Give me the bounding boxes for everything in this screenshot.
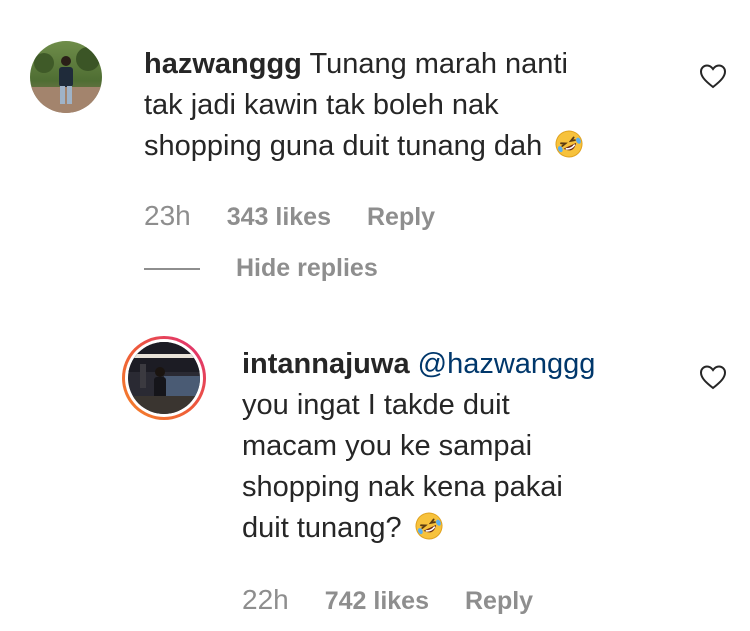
heart-outline-icon[interactable] bbox=[699, 63, 727, 94]
hide-replies-label: Hide replies bbox=[236, 254, 378, 282]
comment-meta: 23h 343 likes Reply bbox=[144, 200, 471, 232]
reply-meta: 22h 742 likes Reply bbox=[242, 584, 569, 616]
comment-timestamp[interactable]: 23h bbox=[144, 200, 191, 232]
comment-body: hazwanggg Tunang marah nanti tak jadi ka… bbox=[144, 44, 664, 171]
reply-text-line: duit tunang? bbox=[242, 512, 402, 544]
avatar[interactable] bbox=[30, 41, 102, 113]
like-count[interactable]: 343 likes bbox=[227, 203, 331, 232]
comment-username[interactable]: hazwanggg bbox=[144, 48, 302, 80]
reply-text-line: shopping nak kena pakai bbox=[242, 471, 563, 503]
avatar[interactable] bbox=[120, 334, 208, 422]
reply-body: intannajuwa @hazwanggg you ingat I takde… bbox=[242, 344, 662, 553]
heart-outline-icon[interactable] bbox=[699, 364, 727, 395]
reply-text-line: you ingat I takde duit bbox=[242, 389, 510, 421]
hide-replies-button[interactable]: Hide replies bbox=[144, 254, 378, 283]
comment-text-line: shopping guna duit tunang dah bbox=[144, 130, 543, 162]
rolling-on-floor-laughing-emoji bbox=[414, 511, 444, 553]
reply-timestamp[interactable]: 22h bbox=[242, 584, 289, 616]
rolling-on-floor-laughing-emoji bbox=[554, 129, 584, 171]
avatar-photo bbox=[30, 41, 102, 113]
reply-mention[interactable]: @hazwanggg bbox=[418, 348, 596, 380]
hide-replies-divider bbox=[144, 267, 200, 270]
like-count[interactable]: 742 likes bbox=[325, 587, 429, 616]
reply-button[interactable]: Reply bbox=[367, 203, 435, 232]
reply-text-line: macam you ke sampai bbox=[242, 430, 533, 462]
comment-text-line: tak jadi kawin tak boleh nak bbox=[144, 89, 499, 121]
reply-button[interactable]: Reply bbox=[465, 587, 533, 616]
reply-username[interactable]: intannajuwa bbox=[242, 348, 410, 380]
comment-text-line: Tunang marah nanti bbox=[309, 48, 568, 80]
avatar-story-ring bbox=[122, 336, 206, 420]
